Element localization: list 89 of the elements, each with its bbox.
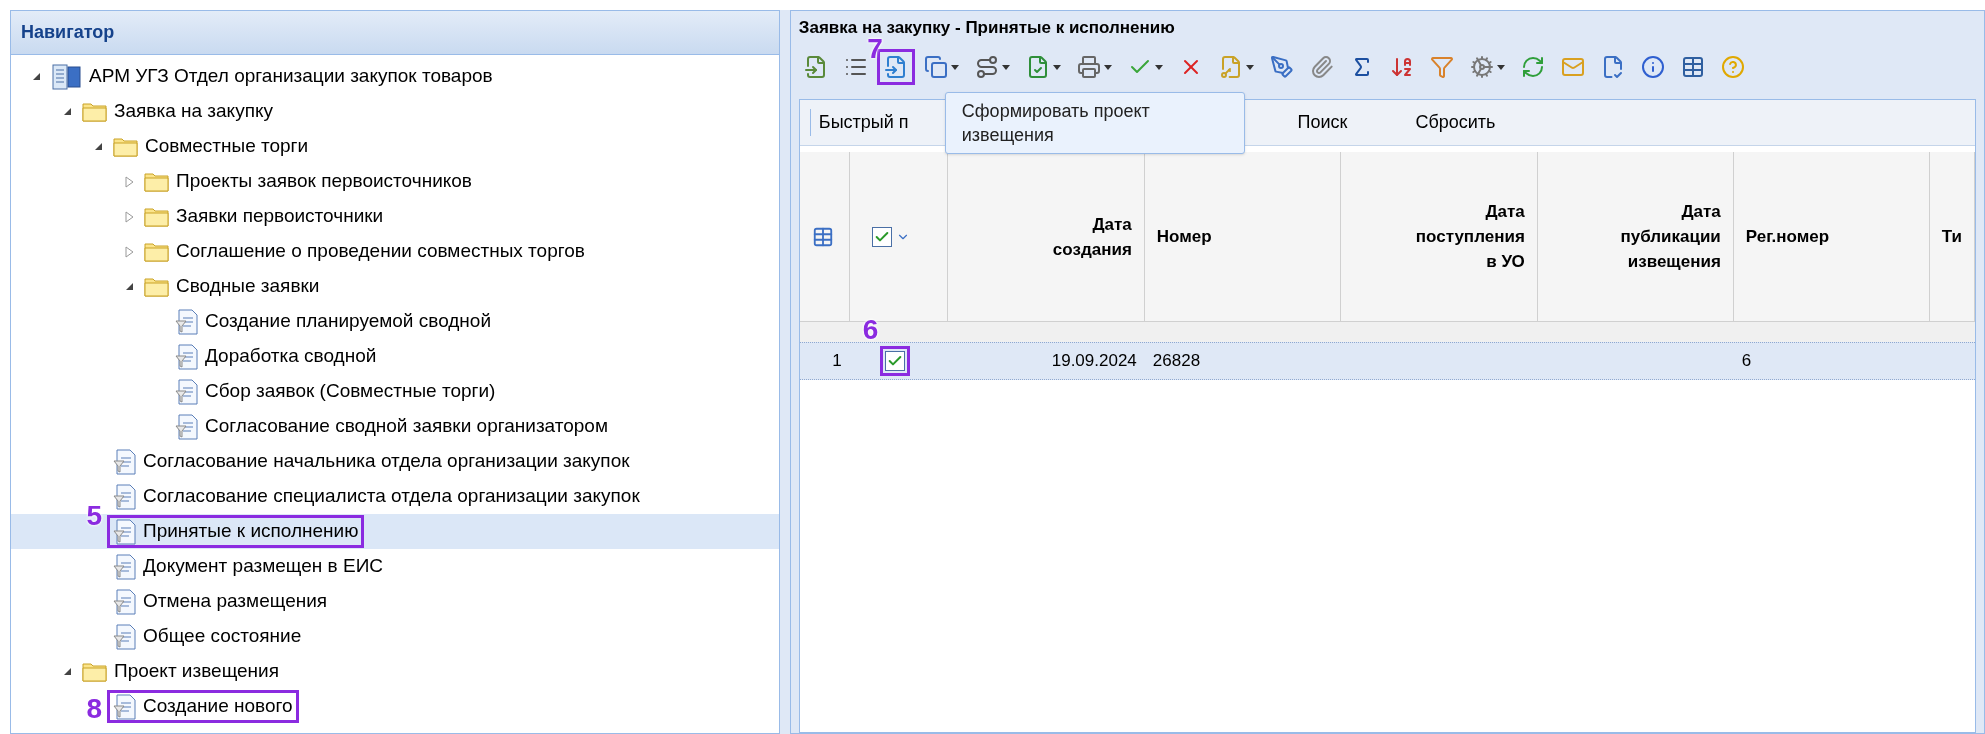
tree-item[interactable]: Создание планируемой сводной — [169, 305, 498, 338]
document-icon — [175, 308, 199, 335]
document-icon — [175, 343, 199, 370]
folder-icon — [144, 170, 170, 193]
tree-item[interactable]: Проекты заявок первоисточников — [138, 165, 478, 198]
paperclip-icon — [1309, 55, 1334, 79]
column-header[interactable]: Дата создания — [1011, 211, 1132, 262]
column-header[interactable]: Рег.номер — [1745, 224, 1830, 249]
tree-item[interactable]: Доработка сводной — [169, 340, 383, 373]
column-header[interactable]: Дата поступления в УО — [1404, 199, 1525, 274]
tree-item[interactable]: Согласование специалиста отдела организации закупок — [107, 480, 646, 513]
grid-icon[interactable] — [811, 225, 834, 248]
table-cell-text: 26828 — [1152, 350, 1201, 373]
document-icon — [175, 413, 199, 440]
expanded-triangle-icon[interactable] — [62, 107, 72, 116]
caret-icon — [1103, 64, 1112, 70]
collapsed-triangle-icon[interactable] — [124, 175, 134, 188]
callout-number: 8 — [86, 695, 102, 723]
tree-item[interactable]: Общее состояние — [107, 620, 308, 653]
table-icon — [1680, 55, 1705, 79]
caret-icon — [950, 64, 959, 70]
tree-item[interactable]: АРМ УГЗ Отдел организации закупок товаров — [45, 60, 499, 93]
panel-title: Навигатор — [11, 11, 780, 55]
header-checkbox[interactable] — [871, 226, 892, 247]
envelope-icon — [1560, 55, 1585, 79]
tree-item[interactable]: Согласование сводной заявки организатором — [169, 410, 614, 443]
help-icon — [1720, 55, 1745, 79]
document-icon — [113, 553, 137, 580]
sort-icon — [1389, 55, 1414, 79]
folder-icon — [82, 660, 108, 683]
workspace-icon — [51, 62, 83, 91]
tooltip: Сформировать проект извещения — [944, 92, 1245, 154]
tree-item[interactable]: Совместные торги — [107, 130, 315, 163]
caret-icon — [1496, 64, 1505, 70]
row-number: 1 — [832, 350, 842, 373]
printer-icon — [1076, 55, 1101, 79]
column-header[interactable]: Номер — [1156, 224, 1212, 249]
tree-item[interactable]: Документ размещен в ЕИС — [107, 550, 389, 583]
document-key-icon — [1218, 55, 1243, 79]
document-arrow-icon — [803, 55, 828, 79]
folder-icon — [144, 240, 170, 263]
document-icon — [113, 623, 137, 650]
filter-icon — [1429, 55, 1454, 79]
table-cell-text: 19.09.2024 — [1051, 350, 1137, 373]
expanded-triangle-icon[interactable] — [124, 282, 134, 291]
table-row[interactable]: 1 19.09.2024 26828 6 — [799, 342, 1975, 380]
tree-item[interactable]: Согласование начальника отдела организации закупок — [107, 445, 636, 478]
filter-label: Быстрый п — [809, 109, 909, 136]
caret-icon — [1001, 64, 1010, 70]
copy-icon — [923, 55, 948, 79]
collapsed-triangle-icon[interactable] — [124, 245, 134, 258]
document-arrow-icon — [883, 55, 908, 79]
filter-button[interactable]: Поиск — [1283, 105, 1362, 140]
pen-icon — [1269, 55, 1294, 79]
column-header[interactable]: Ти — [1941, 224, 1962, 249]
document-icon — [113, 483, 137, 510]
route-icon — [974, 55, 999, 79]
caret-icon — [1154, 64, 1163, 70]
caret-icon — [1245, 64, 1254, 70]
tree-item[interactable]: Заявка на закупку — [76, 95, 279, 128]
folder-icon — [82, 100, 108, 123]
expanded-triangle-icon[interactable] — [93, 142, 103, 151]
callout-number: 6 — [862, 316, 879, 344]
collapsed-triangle-icon[interactable] — [124, 210, 134, 223]
caret-icon — [1052, 64, 1061, 70]
document-icon — [113, 448, 137, 475]
folder-icon — [144, 205, 170, 228]
expanded-triangle-icon[interactable] — [31, 72, 41, 81]
document-icon — [113, 518, 137, 545]
table-cell-text: 6 — [1741, 350, 1752, 373]
expanded-triangle-icon[interactable] — [62, 667, 72, 676]
document-icon — [175, 378, 199, 405]
folder-icon — [113, 135, 139, 158]
tree-item[interactable]: Отмена размещения — [107, 585, 334, 618]
column-header[interactable]: Дата публикации извещения — [1600, 199, 1721, 274]
tree-item[interactable]: Соглашение о проведении совместных торгов — [138, 235, 591, 268]
gears-icon — [1469, 55, 1494, 79]
callout-number: 5 — [86, 502, 102, 530]
refresh-icon — [1520, 55, 1545, 79]
tree-item[interactable]: Сводные заявки — [138, 270, 326, 303]
filter-button[interactable]: Сбросить — [1401, 105, 1510, 140]
tree-item[interactable]: Заявки первоисточники — [138, 200, 390, 233]
document-icon — [113, 693, 137, 720]
info-icon — [1640, 55, 1665, 79]
tree-item[interactable]: Сбор заявок (Совместные торги) — [169, 375, 502, 408]
row-checkbox[interactable] — [884, 351, 905, 371]
folder-icon — [144, 275, 170, 298]
document-icon — [113, 588, 137, 615]
tree-item[interactable]: Проект извещения — [76, 655, 286, 688]
